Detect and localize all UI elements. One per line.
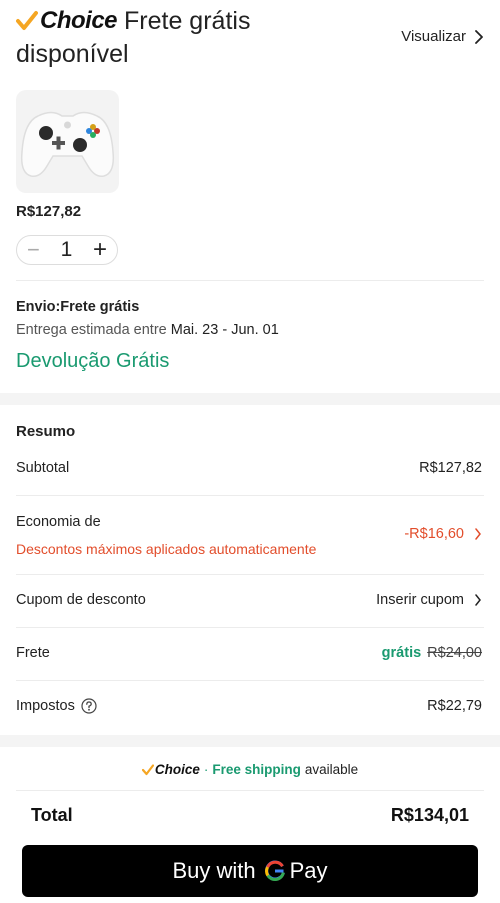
header-subtitle: disponível bbox=[16, 40, 129, 68]
view-link[interactable]: Visualizar bbox=[401, 28, 484, 45]
shipping-original-price: R$24,00 bbox=[427, 645, 482, 661]
choice-logo-text: Choice bbox=[154, 762, 200, 777]
shipping-cost-label: Frete bbox=[16, 645, 50, 661]
help-icon[interactable] bbox=[81, 698, 97, 714]
choice-check-icon bbox=[16, 11, 38, 30]
divider bbox=[16, 627, 484, 628]
divider bbox=[16, 495, 484, 496]
section-separator bbox=[0, 735, 500, 747]
shipping-free-label: grátis bbox=[381, 645, 422, 661]
choice-free-shipping-banner: Choice · Free shipping available bbox=[0, 762, 500, 777]
shipping-cost-row: Frete grátis R$24,00 bbox=[16, 645, 482, 661]
product-price: R$127,82 bbox=[16, 203, 82, 220]
view-link-label: Visualizar bbox=[401, 28, 466, 45]
divider bbox=[16, 280, 484, 281]
total-label: Total bbox=[31, 805, 73, 825]
savings-value: -R$16,60 bbox=[404, 526, 464, 542]
divider bbox=[16, 790, 484, 791]
divider bbox=[16, 574, 484, 575]
shipping-method: Envio:Frete grátis bbox=[16, 299, 140, 315]
pay-button-prefix: Buy with bbox=[172, 858, 256, 883]
delivery-prefix: Entrega estimada entre bbox=[16, 322, 167, 338]
coupon-label: Cupom de desconto bbox=[16, 592, 146, 608]
delivery-estimate: Entrega estimada entre Mai. 23 - Jun. 01 bbox=[16, 322, 279, 338]
subtotal-value: R$127,82 bbox=[419, 460, 482, 476]
chevron-right-icon bbox=[475, 528, 481, 540]
header-title: Frete grátis bbox=[124, 6, 251, 35]
google-pay-button[interactable]: Buy with Pay bbox=[22, 845, 478, 897]
separator-dot: · bbox=[203, 762, 209, 777]
increase-button[interactable]: + bbox=[93, 238, 107, 262]
tax-row: Impostos R$22,79 bbox=[16, 698, 482, 714]
choice-check-icon bbox=[141, 763, 154, 775]
choice-header: Choice Frete grátis disponível bbox=[16, 6, 316, 69]
free-shipping-text: Free shipping bbox=[212, 762, 301, 777]
subtotal-label: Subtotal bbox=[16, 460, 70, 476]
coupon-row[interactable]: Cupom de desconto Inserir cupom bbox=[16, 592, 482, 608]
chevron-right-icon bbox=[475, 29, 483, 44]
savings-description: Descontos máximos aplicados automaticame… bbox=[16, 541, 317, 557]
available-text: available bbox=[304, 762, 359, 777]
tax-label: Impostos bbox=[16, 698, 75, 714]
game-controller-icon bbox=[20, 111, 115, 178]
savings-label: Economia de bbox=[16, 514, 101, 530]
subtotal-row: Subtotal R$127,82 bbox=[16, 460, 482, 476]
chevron-right-icon bbox=[475, 594, 481, 606]
savings-value-link[interactable]: -R$16,60 bbox=[372, 526, 482, 542]
divider bbox=[16, 680, 484, 681]
tax-value: R$22,79 bbox=[427, 698, 482, 714]
section-separator bbox=[0, 393, 500, 405]
pay-button-suffix: Pay bbox=[289, 858, 328, 883]
decrease-button[interactable]: − bbox=[27, 239, 40, 261]
choice-logo-text: Choice bbox=[40, 7, 118, 34]
quantity-value[interactable]: 1 bbox=[61, 238, 73, 262]
google-g-icon bbox=[264, 860, 285, 882]
free-returns-label: Devolução Grátis bbox=[16, 350, 170, 372]
product-image[interactable] bbox=[16, 90, 119, 193]
total-value: R$134,01 bbox=[390, 805, 469, 825]
delivery-dates: Mai. 23 - Jun. 01 bbox=[170, 322, 279, 338]
coupon-value: Inserir cupom bbox=[376, 592, 464, 608]
summary-title: Resumo bbox=[16, 423, 76, 440]
quantity-stepper: − 1 + bbox=[16, 235, 118, 265]
